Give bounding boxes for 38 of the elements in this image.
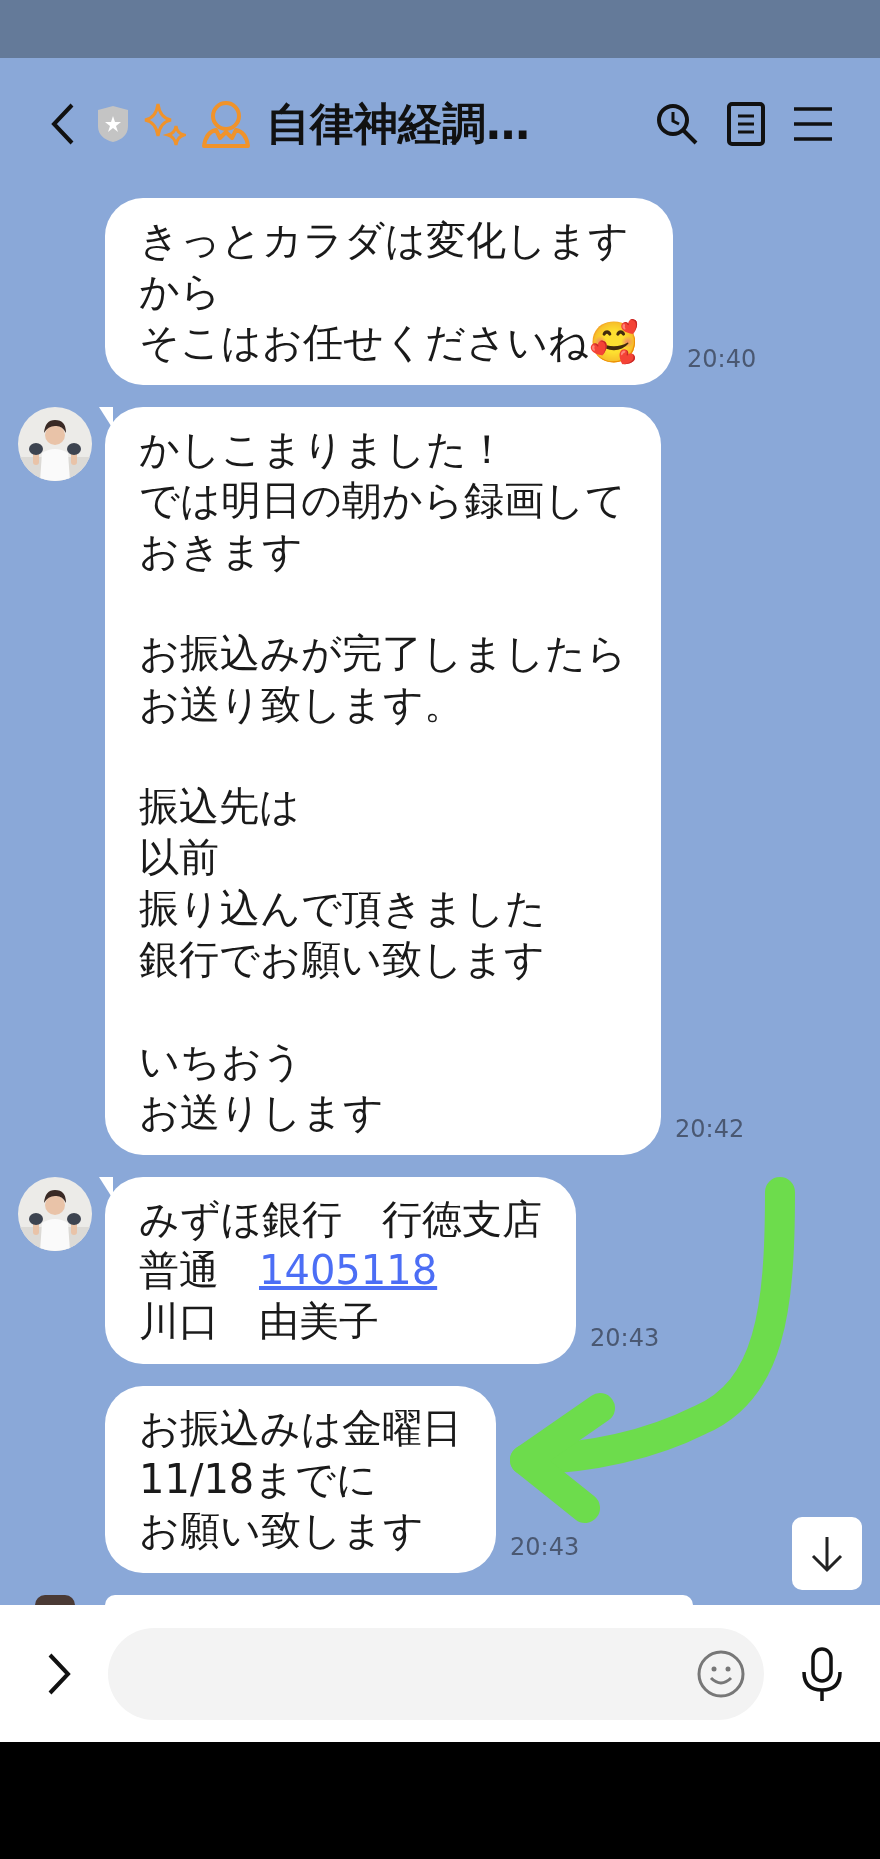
message-text: そこはお任せくださいね🥰 (139, 318, 639, 367)
message-text: 振り込んで頂きました (139, 884, 547, 933)
message-time: 20:40 (687, 345, 757, 375)
message-text: 11/18までに (139, 1455, 379, 1504)
message-text: 以前 (139, 833, 220, 882)
account-number-link[interactable]: 1405118 (259, 1245, 438, 1296)
person-icon (200, 98, 252, 150)
message-text: お送りします (139, 1088, 385, 1137)
smiley-icon[interactable] (696, 1648, 746, 1699)
message-text: かしこまりました！ (139, 425, 508, 474)
back-icon (50, 102, 76, 146)
message-time: 20:43 (510, 1533, 580, 1563)
message-time: 20:43 (590, 1324, 660, 1354)
message-text: お送り致します。 (139, 680, 465, 729)
chevron-right-icon (46, 1651, 72, 1696)
down-arrow-icon (810, 1534, 844, 1573)
mic-icon (800, 1645, 844, 1702)
chat-title: 自律神経調… (266, 96, 531, 151)
message-text: いちおう (139, 1037, 304, 1086)
message-text: 振込先は (139, 782, 301, 831)
message-text: お振込みは金曜日 (139, 1404, 462, 1453)
message-text: お願い致します (139, 1506, 425, 1555)
scroll-down-button[interactable] (792, 1517, 862, 1590)
message-text: お振込みが完了しましたら (139, 629, 627, 678)
menu-icon (792, 104, 834, 144)
shield-icon (96, 104, 130, 144)
message-text: では明日の朝から録画して (139, 476, 627, 525)
message-text: 川口 由美子 (139, 1297, 380, 1346)
message-time: 20:42 (675, 1115, 745, 1145)
message-text: きっとカラダは変化します (139, 216, 630, 265)
message-text: みずほ銀行 行徳支店 (139, 1195, 542, 1244)
note-icon (726, 101, 766, 147)
avatar-peek (35, 1595, 75, 1605)
message-text: から (139, 267, 222, 316)
message-text: おきます (139, 527, 304, 576)
message-text: 銀行でお願い致します (139, 935, 546, 984)
message-text: 普通 (139, 1246, 220, 1295)
search-icon (654, 101, 700, 147)
